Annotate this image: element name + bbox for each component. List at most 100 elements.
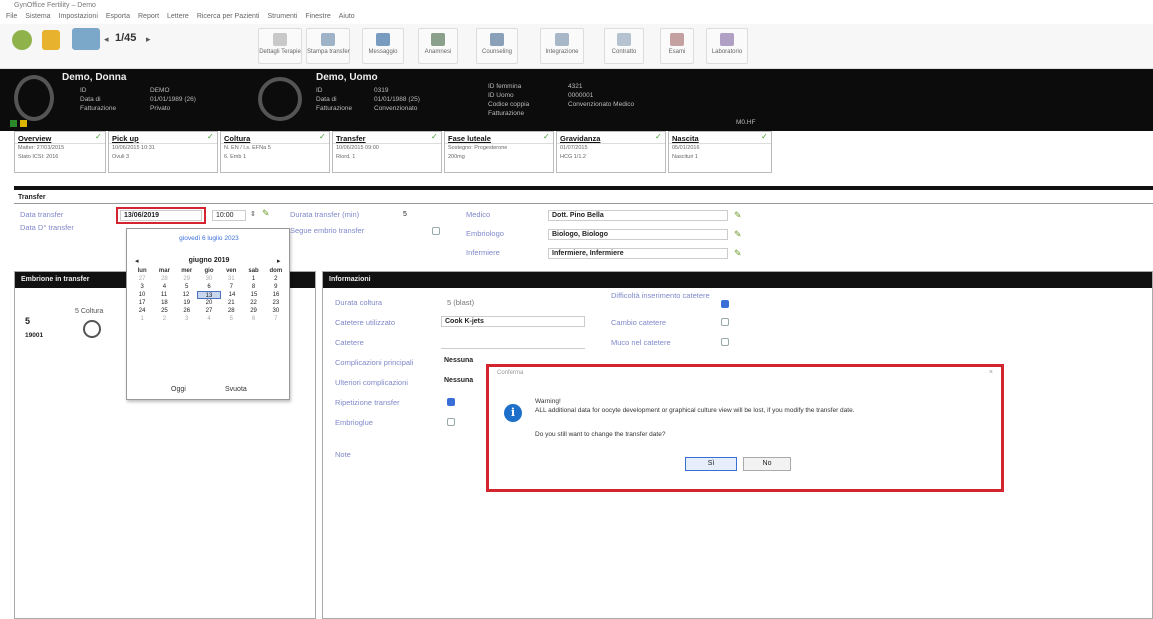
catheter-change-checkbox[interactable] [721, 318, 729, 326]
repeat-transfer-checkbox[interactable] [447, 398, 455, 406]
calendar-day[interactable]: 3 [131, 283, 153, 291]
calendar-day[interactable]: 30 [265, 307, 287, 315]
calendar-day[interactable]: 16 [265, 291, 287, 299]
calendar-day[interactable]: 29 [176, 275, 198, 283]
menu-impostazioni[interactable]: Impostazioni [59, 13, 98, 24]
insertion-difficulty-checkbox[interactable] [721, 300, 729, 308]
edit-pen-icon[interactable]: ✎ [734, 210, 742, 221]
calendar-day[interactable]: 10 [131, 291, 153, 299]
calendar-day[interactable]: 19 [176, 299, 198, 307]
calendar-day[interactable]: 7 [220, 283, 242, 291]
calendar-day[interactable]: 5 [176, 283, 198, 291]
calendar-day[interactable]: 2 [265, 275, 287, 283]
calendar-day[interactable]: 18 [153, 299, 175, 307]
menu-file[interactable]: File [6, 13, 17, 24]
menu-sistema[interactable]: Sistema [25, 13, 50, 24]
mucus-checkbox[interactable] [721, 338, 729, 346]
calendar-day[interactable]: 17 [131, 299, 153, 307]
edit-pen-icon[interactable]: ✎ [262, 208, 270, 219]
calendar-day[interactable]: 9 [265, 283, 287, 291]
calendar-day[interactable]: 12 [175, 291, 197, 299]
card-pregnancy[interactable]: Gravidanza ✓ 01/07/2015 HCG 1/1.2 [556, 131, 666, 173]
patients-icon[interactable] [72, 28, 100, 50]
edit-pen-icon[interactable]: ✎ [734, 229, 742, 240]
calendar-day[interactable]: 4 [198, 315, 220, 323]
menu-report[interactable]: Report [138, 13, 159, 24]
yes-button[interactable]: Sì [685, 457, 737, 471]
toolbar-button-print[interactable]: Stampa transfer [306, 28, 350, 64]
calendar-next-button[interactable]: ▸ [277, 257, 281, 265]
calendar-day[interactable]: 27 [198, 307, 220, 315]
embryologist-select[interactable]: Biologo, Biologo [548, 229, 728, 240]
calendar-clear-button[interactable]: Svuota [225, 386, 247, 393]
calendar-today-button[interactable]: Oggi [171, 386, 186, 393]
menu-finestre[interactable]: Finestre [305, 13, 330, 24]
toolbar-button-therapy[interactable]: Dettagli Terapie [258, 28, 302, 64]
calendar-day[interactable]: 23 [265, 299, 287, 307]
menu-lettere[interactable]: Lettere [167, 13, 189, 24]
calendar-day[interactable]: 30 [198, 275, 220, 283]
toolbar-button-contract[interactable]: Contratto [604, 28, 644, 64]
card-transfer[interactable]: Transfer ✓ 10/06/2015 09:00 Riord. 1 [332, 131, 442, 173]
time-spinner-icon[interactable]: ⇕ [250, 210, 256, 218]
close-icon[interactable]: × [989, 369, 993, 376]
edit-pen-icon[interactable]: ✎ [734, 248, 742, 259]
toolbar-button-message[interactable]: Messaggio [362, 28, 404, 64]
card-birth[interactable]: Nascita ✓ 05/01/2016 Nascituri 1 [668, 131, 772, 173]
card-luteal[interactable]: Fase luteale ✓ Sostegno: Progesterone 200mg [444, 131, 554, 173]
calendar-day[interactable]: 13 [197, 291, 221, 299]
calendar-day[interactable]: 8 [242, 283, 264, 291]
calendar-day[interactable]: 21 [220, 299, 242, 307]
calendar-day[interactable]: 20 [198, 299, 220, 307]
toolbar-button-exams[interactable]: Esami [660, 28, 694, 64]
mucus-label: Muco nel catetere [611, 338, 671, 347]
calendar-day[interactable]: 6 [242, 315, 264, 323]
calendar-day[interactable]: 1 [131, 315, 153, 323]
calendar-day[interactable]: 25 [153, 307, 175, 315]
calendar-day[interactable]: 29 [242, 307, 264, 315]
calendar-day[interactable]: 5 [220, 315, 242, 323]
calendar-day[interactable]: 31 [220, 275, 242, 283]
menu-aiuto[interactable]: Aiuto [339, 13, 355, 24]
duration-input[interactable]: 5 [400, 210, 426, 221]
calendar-day[interactable]: 1 [242, 275, 264, 283]
calendar-today-text[interactable]: giovedì 6 luglio 2023 [127, 235, 291, 242]
catheter-select[interactable]: Cook K-jets [441, 316, 585, 327]
next-patient-button[interactable]: ▸ [146, 34, 151, 45]
home-icon[interactable] [12, 30, 32, 50]
calendar-day[interactable]: 4 [153, 283, 175, 291]
embryoglue-checkbox[interactable] [447, 418, 455, 426]
follow-checkbox[interactable] [432, 227, 440, 235]
toolbar-button-anamnesis[interactable]: Anamnesi [418, 28, 458, 64]
calendar-month[interactable]: giugno 2019 [127, 257, 291, 264]
calendar-day[interactable]: 24 [131, 307, 153, 315]
toolbar-button-counseling[interactable]: Counseling [476, 28, 518, 64]
menu-esporta[interactable]: Esporta [106, 13, 130, 24]
embryo-icon[interactable] [83, 320, 101, 338]
menu-ricerca[interactable]: Ricerca per Pazienti [197, 13, 260, 24]
nurse-select[interactable]: Infermiere, Infermiere [548, 248, 728, 259]
doctor-select[interactable]: Dott. Pino Bella [548, 210, 728, 221]
calendar-day[interactable]: 7 [265, 315, 287, 323]
card-pickup[interactable]: Pick up ✓ 10/06/2015 10:31 Ovuli 3 [108, 131, 218, 173]
toolbar-button-lab[interactable]: Laboratorio [706, 28, 748, 64]
calendar-day[interactable]: 6 [198, 283, 220, 291]
card-coltura[interactable]: Coltura ✓ N. EN / I.s. EFNa 5 6. Emb 1 [220, 131, 330, 173]
calendar-day[interactable]: 26 [176, 307, 198, 315]
time-input[interactable]: 10:00 [212, 210, 246, 221]
calendar-day[interactable]: 3 [176, 315, 198, 323]
prev-patient-button[interactable]: ◂ [104, 34, 109, 45]
calendar-day[interactable]: 14 [221, 291, 243, 299]
calendar-day[interactable]: 15 [243, 291, 265, 299]
calendar-day[interactable]: 2 [153, 315, 175, 323]
calendar-day[interactable]: 11 [153, 291, 175, 299]
toolbar-button-integration[interactable]: Integrazione [540, 28, 584, 64]
calendar-day[interactable]: 28 [220, 307, 242, 315]
alert-icon[interactable] [42, 30, 60, 50]
calendar-day[interactable]: 27 [131, 275, 153, 283]
card-overview[interactable]: Overview ✓ Matter: 27/03/2015 Stato ICSI: 2… [14, 131, 106, 173]
no-button[interactable]: No [743, 457, 791, 471]
menu-strumenti[interactable]: Strumenti [267, 13, 297, 24]
calendar-day[interactable]: 28 [153, 275, 175, 283]
calendar-day[interactable]: 22 [242, 299, 264, 307]
